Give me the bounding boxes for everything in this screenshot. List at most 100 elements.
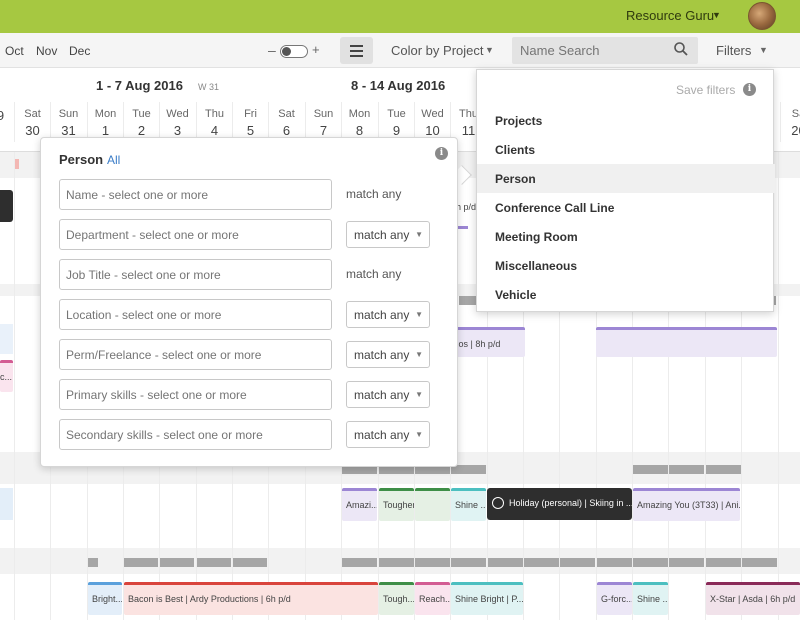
filter-row-secondary-skills: match any ▼: [59, 419, 439, 451]
match-label: match any: [346, 267, 402, 281]
chevron-down-icon[interactable]: ▼: [759, 45, 768, 55]
menu-item-vehicle[interactable]: Vehicle: [477, 280, 775, 309]
menu-item-miscellaneous[interactable]: Miscellaneous: [477, 251, 775, 280]
day-name: Sun: [58, 108, 79, 120]
day-name: Mon: [94, 108, 117, 120]
day-column-header: Wed 3: [159, 102, 195, 142]
day-name: Fri: [244, 108, 257, 120]
select-all-link[interactable]: All: [107, 153, 120, 167]
zoom-slider[interactable]: [280, 45, 308, 58]
unavailable-slot: [342, 558, 377, 567]
chevron-down-icon[interactable]: ▼: [485, 45, 494, 55]
booking[interactable]: Reach...: [415, 582, 450, 615]
menu-item-conference-call-line[interactable]: Conference Call Line: [477, 193, 775, 222]
filter-row-perm-freelance: match any ▼: [59, 339, 439, 371]
save-filters-button[interactable]: Save filters: [676, 83, 735, 97]
secondary-skills-filter-input[interactable]: [59, 419, 332, 450]
day-date: 9: [392, 123, 401, 138]
booking-fragment: [0, 190, 13, 222]
info-icon[interactable]: i: [743, 83, 756, 96]
menu-item-clients[interactable]: Clients: [477, 135, 775, 164]
primary-skills-filter-input[interactable]: [59, 379, 332, 410]
booking-fragment: [15, 159, 19, 169]
unavailable-slot: [124, 558, 158, 567]
color-by-dropdown[interactable]: Color by Project: [391, 43, 483, 58]
list-view-button[interactable]: [340, 37, 373, 64]
unavailable-slot: [524, 558, 559, 567]
booking[interactable]: G-forc...: [597, 582, 632, 615]
zoom-out-button[interactable]: –: [268, 42, 276, 58]
booking[interactable]: Tougher Than T...: [379, 488, 414, 521]
day-column-header: Sun 7: [305, 102, 341, 142]
day-name: Sun: [313, 108, 334, 120]
grid-line: [778, 152, 779, 620]
zoom-in-button[interactable]: +: [312, 42, 320, 57]
top-bar: Resource Guru ▼: [0, 0, 800, 33]
filter-row-location: match any ▼: [59, 299, 439, 331]
menu-item-meeting-room[interactable]: Meeting Room: [477, 222, 775, 251]
day-name: Mon: [348, 108, 371, 120]
booking[interactable]: X-Star | Asda | 6h p/d: [706, 582, 800, 615]
toolbar: Oct Nov Dec – + Color by Project ▼ Filte…: [0, 33, 800, 68]
unavailable-slot: [560, 558, 595, 567]
unavailable-slot: [742, 558, 777, 567]
booking[interactable]: c...: [0, 360, 13, 392]
booking-fragment: [0, 488, 13, 520]
perm-freelance-filter-input[interactable]: [59, 339, 332, 370]
holiday-booking[interactable]: Holiday (personal) | Skiing in ...: [487, 488, 632, 520]
unavailable-slot: [88, 558, 98, 567]
day-name: Sat: [24, 108, 41, 120]
booking[interactable]: [415, 488, 450, 521]
month-oct[interactable]: Oct: [5, 44, 24, 58]
day-date: 4: [210, 123, 219, 138]
filters-button[interactable]: Filters: [716, 43, 751, 58]
match-select[interactable]: match any ▼: [346, 421, 430, 448]
booking[interactable]: Tough...: [379, 582, 414, 615]
match-select[interactable]: match any ▼: [346, 301, 430, 328]
booking[interactable]: Bacon is Best | Ardy Productions | 6h p/…: [124, 582, 378, 615]
match-label: match any: [346, 187, 402, 201]
month-nov[interactable]: Nov: [36, 44, 57, 58]
day-date: 30: [25, 123, 40, 138]
day-column-header: Wed 10: [414, 102, 450, 142]
chevron-down-icon[interactable]: ▼: [712, 10, 722, 20]
day-date: 31: [61, 123, 76, 138]
day-date: 8: [355, 123, 364, 138]
match-select-value: match any: [354, 428, 410, 442]
booking[interactable]: Bright...: [88, 582, 122, 615]
booking[interactable]: Shine ...: [451, 488, 486, 521]
name-search-input[interactable]: [512, 37, 698, 64]
day-name: Wed: [421, 108, 444, 120]
day-column-header: Thu 4: [196, 102, 232, 142]
info-icon[interactable]: i: [435, 147, 448, 160]
day-date: 6: [282, 123, 291, 138]
name-filter-input[interactable]: [59, 179, 332, 210]
unavailable-slot: [459, 296, 477, 305]
search-icon[interactable]: [674, 42, 688, 56]
day-column-header: Mon 1: [87, 102, 123, 142]
month-dec[interactable]: Dec: [69, 44, 90, 58]
booking[interactable]: [596, 327, 777, 357]
menu-item-projects[interactable]: Projects: [477, 106, 775, 135]
match-select[interactable]: match any ▼: [346, 221, 430, 248]
day-column-header: Sun 31: [50, 102, 86, 142]
day-column-header: Sa 20: [780, 102, 800, 142]
match-select[interactable]: match any ▼: [346, 381, 430, 408]
match-select-value: match any: [354, 388, 410, 402]
booking[interactable]: Shine ...: [633, 582, 668, 615]
booking[interactable]: Jos | 8h p/d: [450, 327, 525, 357]
day-name: Sat: [278, 108, 295, 120]
booking[interactable]: Shine Bright | P...: [451, 582, 523, 615]
booking[interactable]: Amazing You (3T33) | Ani...: [633, 488, 740, 521]
location-filter-input[interactable]: [59, 299, 332, 330]
menu-item-person[interactable]: Person: [477, 164, 775, 193]
job-title-filter-input[interactable]: [59, 259, 332, 290]
day-date: 1: [101, 123, 110, 138]
booking-fragment: [0, 324, 13, 354]
avatar[interactable]: [748, 2, 776, 30]
booking[interactable]: Amazi...: [342, 488, 377, 521]
account-name[interactable]: Resource Guru: [626, 8, 714, 23]
match-select-value: match any: [354, 308, 410, 322]
match-select[interactable]: match any ▼: [346, 341, 430, 368]
department-filter-input[interactable]: [59, 219, 332, 250]
